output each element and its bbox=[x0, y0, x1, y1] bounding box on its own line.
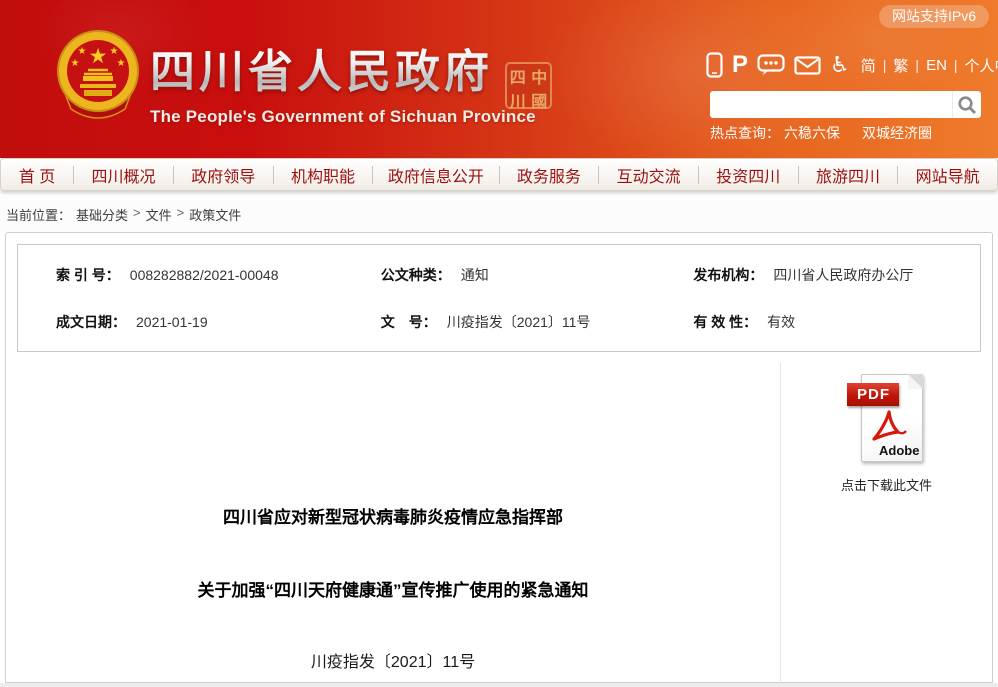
lang-separator: | bbox=[915, 57, 919, 73]
seal-char: 中 bbox=[529, 64, 551, 88]
meta-value: 008282882/2021-00048 bbox=[130, 267, 279, 283]
search-bar bbox=[710, 91, 981, 118]
nav-item-sitemap[interactable]: 网站导航 bbox=[898, 163, 997, 187]
seal-char: 國 bbox=[529, 88, 551, 112]
site-subtitle: The People's Government of Sichuan Provi… bbox=[150, 107, 550, 127]
meta-doc-number: 文 号： 川疫指发〔2021〕11号 bbox=[379, 312, 692, 332]
meta-value: 川疫指发〔2021〕11号 bbox=[447, 312, 591, 332]
seal-char: 四 bbox=[507, 64, 529, 88]
hot-search-item[interactable]: 六稳六保 bbox=[784, 123, 840, 143]
site-logo[interactable]: ★ ★ ★ ★ ★ 四川省人民政府 The People's Governmen… bbox=[54, 27, 564, 127]
site-title-block: 四川省人民政府 The People's Government of Sichu… bbox=[150, 35, 550, 127]
hot-search-row: 热点查询： 六稳六保 双城经济圈 bbox=[710, 123, 954, 143]
hot-search-label: 热点查询： bbox=[710, 123, 780, 143]
mobile-icon[interactable] bbox=[706, 52, 723, 78]
search-input[interactable] bbox=[710, 91, 952, 118]
meta-value: 通知 bbox=[461, 265, 489, 285]
lang-separator: | bbox=[954, 57, 958, 73]
meta-validity: 有 效 性： 有效 bbox=[691, 312, 980, 332]
document-meta-table: 索 引 号： 008282882/2021-00048 公文种类： 通知 发布机… bbox=[17, 244, 981, 352]
mail-icon[interactable] bbox=[794, 56, 821, 75]
document-body: 四川省应对新型冠状病毒肺炎疫情应急指挥部 关于加强“四川天府健康通”宣传推广使用… bbox=[6, 363, 780, 684]
site-title: 四川省人民政府 bbox=[150, 35, 550, 100]
main-nav: 首 页 四川概况 政府领导 机构职能 政府信息公开 政务服务 互动交流 投资四川… bbox=[0, 158, 998, 191]
svg-text:★: ★ bbox=[78, 46, 87, 57]
meta-label: 索 引 号： bbox=[56, 265, 120, 285]
ipv6-badge: 网站支持IPv6 bbox=[879, 5, 989, 28]
document-title-line2: 关于加强“四川天府健康通”宣传推广使用的紧急通知 bbox=[6, 576, 780, 601]
content-panel: 索 引 号： 008282882/2021-00048 公文种类： 通知 发布机… bbox=[5, 232, 993, 683]
nav-item-home[interactable]: 首 页 bbox=[1, 163, 73, 187]
svg-text:★: ★ bbox=[89, 45, 108, 68]
breadcrumb-item[interactable]: 文件 bbox=[146, 205, 172, 224]
search-icon bbox=[957, 95, 977, 115]
lang-traditional[interactable]: 繁 bbox=[893, 55, 908, 76]
download-sidebar: Adobe PDF 点击下载此文件 bbox=[780, 363, 992, 684]
pdf-download-link[interactable]: Adobe PDF 点击下载此文件 bbox=[841, 374, 932, 494]
pdf-fold-corner bbox=[908, 374, 923, 389]
meta-label: 公文种类： bbox=[381, 265, 451, 285]
meta-label: 发布机构： bbox=[693, 265, 763, 285]
national-emblem-icon: ★ ★ ★ ★ ★ bbox=[54, 27, 142, 121]
header-icons-row: P ♿ 简 | 繁 | EN | 个人中心 bbox=[706, 51, 998, 79]
meta-value: 四川省人民政府办公厅 bbox=[773, 265, 913, 285]
pdf-file-icon: Adobe PDF bbox=[847, 374, 925, 464]
meta-index-number: 索 引 号： 008282882/2021-00048 bbox=[18, 265, 379, 285]
breadcrumb-item[interactable]: 政策文件 bbox=[189, 205, 241, 224]
nav-item-functions[interactable]: 机构职能 bbox=[274, 163, 373, 187]
lang-english[interactable]: EN bbox=[926, 57, 947, 74]
meta-label: 文 号： bbox=[381, 312, 437, 332]
pdf-banner: PDF bbox=[847, 383, 899, 406]
download-caption[interactable]: 点击下载此文件 bbox=[841, 475, 932, 494]
nav-item-info-disclosure[interactable]: 政府信息公开 bbox=[373, 163, 498, 187]
breadcrumb-item[interactable]: 基础分类 bbox=[76, 205, 128, 224]
meta-value: 2021-01-19 bbox=[136, 314, 208, 330]
meta-label: 成文日期： bbox=[56, 312, 126, 332]
document-title-line1: 四川省应对新型冠状病毒肺炎疫情应急指挥部 bbox=[6, 503, 780, 528]
seal-char: 川 bbox=[507, 88, 529, 112]
accessibility-icon[interactable]: ♿ bbox=[830, 54, 850, 76]
adobe-label: Adobe bbox=[879, 443, 919, 458]
svg-text:★: ★ bbox=[110, 46, 119, 57]
svg-text:★: ★ bbox=[71, 58, 80, 69]
lang-separator: | bbox=[883, 57, 887, 73]
hot-search-item[interactable]: 双城经济圈 bbox=[862, 123, 932, 143]
adobe-acrobat-icon bbox=[871, 410, 907, 444]
nav-item-interaction[interactable]: 互动交流 bbox=[599, 163, 698, 187]
chat-icon[interactable] bbox=[757, 54, 785, 76]
nav-item-travel[interactable]: 旅游四川 bbox=[799, 163, 898, 187]
meta-doc-type: 公文种类： 通知 bbox=[379, 265, 692, 285]
page: 网站支持IPv6 ★ ★ ★ ★ ★ 四川省人民政府 The People's … bbox=[0, 0, 998, 687]
meta-label: 有 效 性： bbox=[693, 312, 757, 332]
meta-issue-date: 成文日期： 2021-01-19 bbox=[18, 312, 379, 332]
document-area: 四川省应对新型冠状病毒肺炎疫情应急指挥部 关于加强“四川天府健康通”宣传推广使用… bbox=[6, 363, 992, 684]
p-media-icon[interactable]: P bbox=[732, 53, 748, 77]
china-sichuan-seal: 四 中 川 國 bbox=[505, 62, 552, 109]
nav-item-services[interactable]: 政务服务 bbox=[500, 163, 599, 187]
site-header: 网站支持IPv6 ★ ★ ★ ★ ★ 四川省人民政府 The People's … bbox=[0, 0, 998, 158]
nav-item-invest[interactable]: 投资四川 bbox=[699, 163, 798, 187]
breadcrumb-separator: > bbox=[177, 205, 185, 220]
personal-center-link[interactable]: 个人中心 bbox=[965, 55, 998, 76]
breadcrumb: 当前位置： 基础分类 > 文件 > 政策文件 bbox=[0, 191, 998, 232]
svg-text:★: ★ bbox=[117, 58, 126, 69]
breadcrumb-label: 当前位置： bbox=[6, 205, 71, 224]
nav-item-leaders[interactable]: 政府领导 bbox=[174, 163, 273, 187]
search-button[interactable] bbox=[952, 91, 981, 118]
language-switcher: 简 | 繁 | EN | 个人中心 bbox=[861, 55, 998, 76]
meta-value: 有效 bbox=[767, 312, 795, 332]
meta-issuing-agency: 发布机构： 四川省人民政府办公厅 bbox=[691, 265, 980, 285]
breadcrumb-separator: > bbox=[133, 205, 141, 220]
document-number: 川疫指发〔2021〕11号 bbox=[6, 648, 780, 672]
lang-simplified[interactable]: 简 bbox=[861, 55, 876, 76]
nav-item-overview[interactable]: 四川概况 bbox=[74, 163, 173, 187]
